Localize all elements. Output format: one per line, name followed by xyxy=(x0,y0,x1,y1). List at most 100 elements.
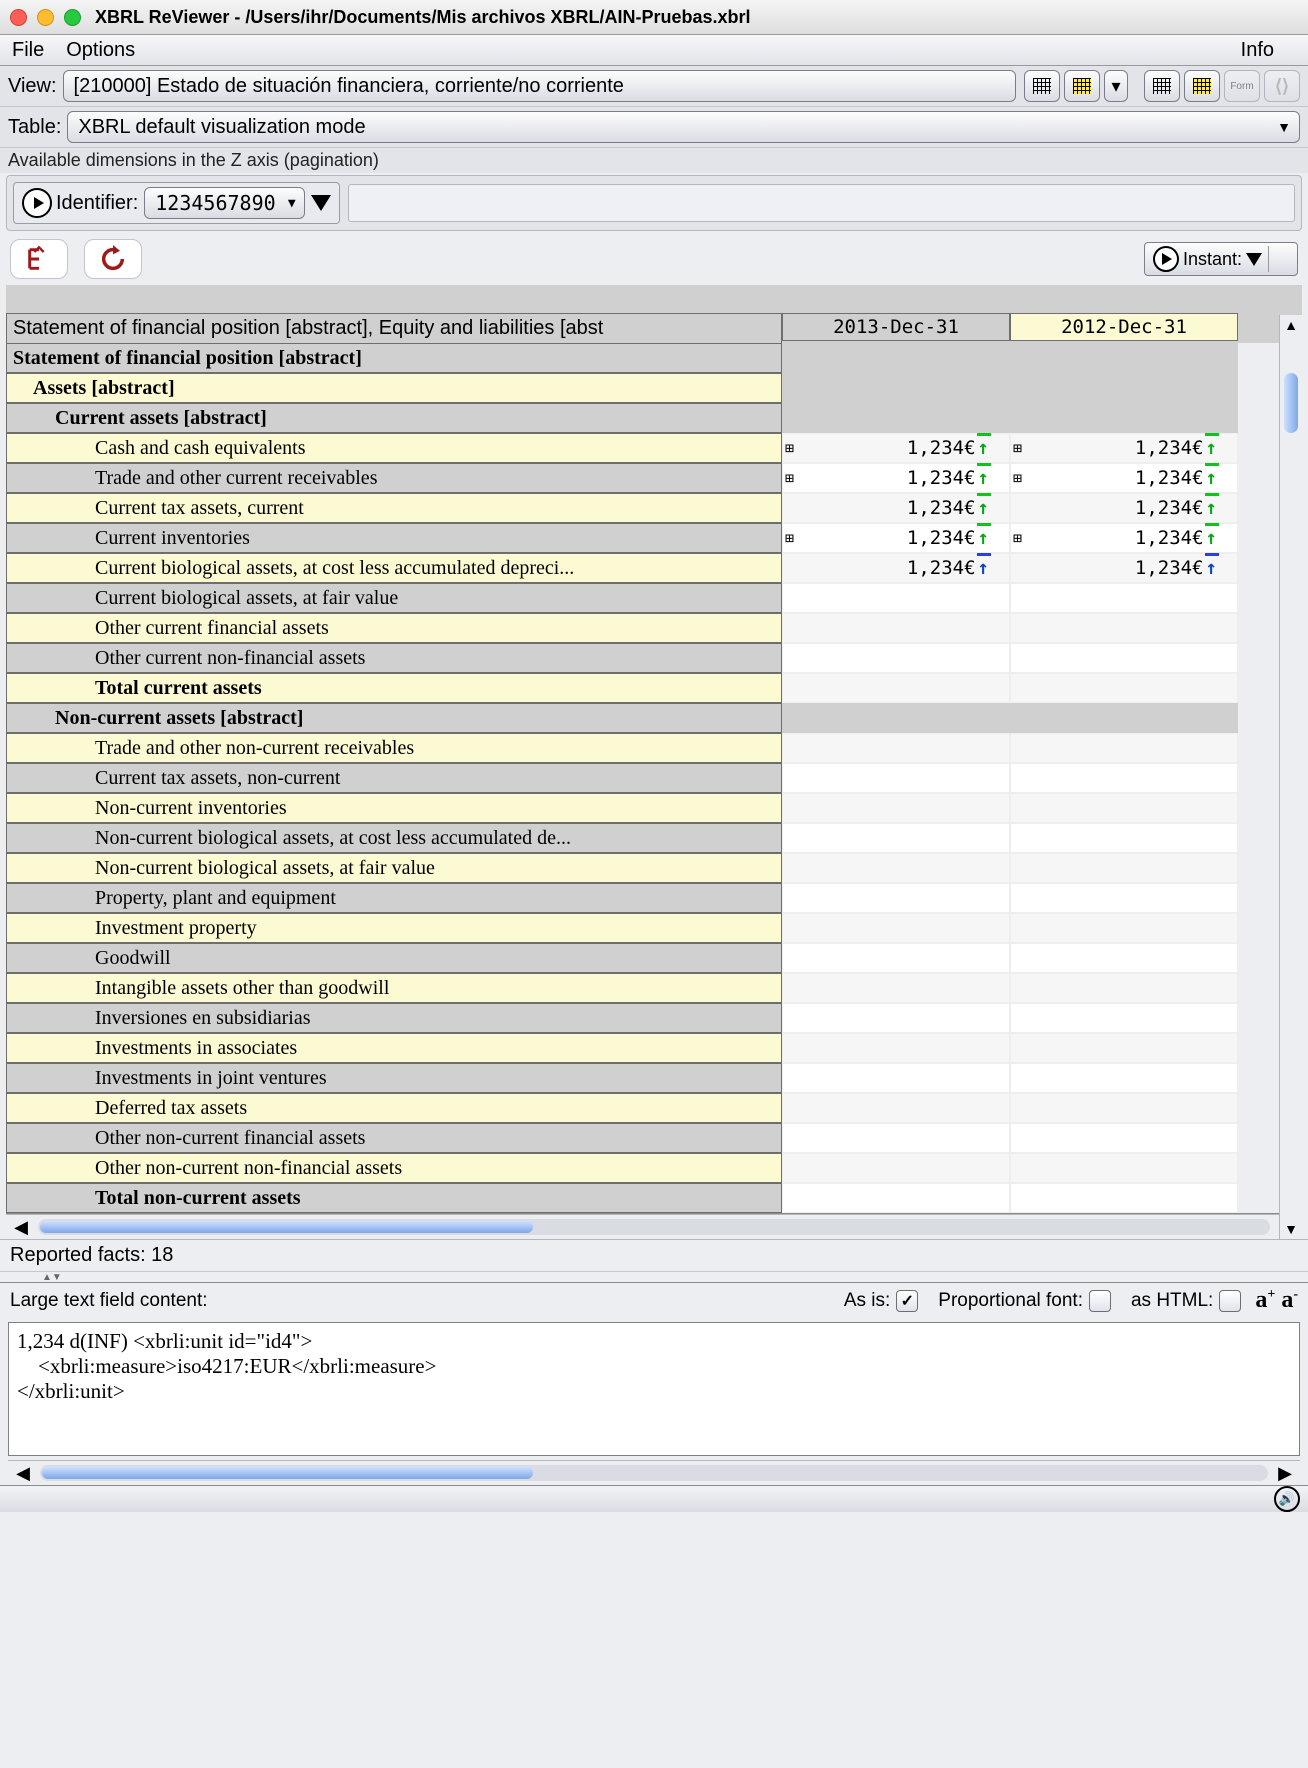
table-row[interactable]: Intangible assets other than goodwill xyxy=(6,973,1302,1003)
value-cell[interactable] xyxy=(1010,343,1238,373)
table-row[interactable]: Non-current assets [abstract] xyxy=(6,703,1302,733)
table-row[interactable]: Other non-current financial assets xyxy=(6,1123,1302,1153)
scroll-thumb[interactable] xyxy=(1284,373,1298,433)
table-row[interactable]: Investments in associates xyxy=(6,1033,1302,1063)
value-cell[interactable] xyxy=(782,703,1010,733)
table-row[interactable]: Goodwill xyxy=(6,943,1302,973)
font-decrease-icon[interactable]: a- xyxy=(1281,1287,1298,1314)
view-combo[interactable]: [210000] Estado de situación financiera,… xyxy=(63,70,1016,102)
value-cell[interactable] xyxy=(1010,763,1238,793)
value-cell[interactable]: 1,234€↑ xyxy=(782,553,1010,583)
table-row[interactable]: Non-current biological assets, at fair v… xyxy=(6,853,1302,883)
table-row[interactable]: Statement of financial position [abstrac… xyxy=(6,343,1302,373)
table-row[interactable]: Property, plant and equipment xyxy=(6,883,1302,913)
value-cell[interactable] xyxy=(1010,1063,1238,1093)
table-row[interactable]: Current tax assets, non-current xyxy=(6,763,1302,793)
value-cell[interactable] xyxy=(782,853,1010,883)
table-row[interactable]: Trade and other current receivables⊞1,23… xyxy=(6,463,1302,493)
grid-plain-button[interactable] xyxy=(1024,70,1060,102)
table-row[interactable]: Assets [abstract] xyxy=(6,373,1302,403)
value-cell[interactable] xyxy=(782,1093,1010,1123)
value-cell[interactable] xyxy=(1010,373,1238,403)
value-cell[interactable] xyxy=(1010,793,1238,823)
text-horizontal-scrollbar[interactable]: ◀ ▶ xyxy=(8,1460,1300,1485)
value-cell[interactable] xyxy=(1010,853,1238,883)
filter-triangle-icon[interactable] xyxy=(311,195,331,211)
value-cell[interactable] xyxy=(1010,1153,1238,1183)
value-cell[interactable] xyxy=(782,373,1010,403)
table-row[interactable]: Other current non-financial assets xyxy=(6,643,1302,673)
value-cell[interactable] xyxy=(782,673,1010,703)
value-cell[interactable] xyxy=(1010,1123,1238,1153)
value-cell[interactable] xyxy=(782,1183,1010,1213)
value-cell[interactable] xyxy=(782,883,1010,913)
value-cell[interactable] xyxy=(782,943,1010,973)
table-combo[interactable]: XBRL default visualization mode ▼ xyxy=(67,111,1300,143)
value-cell[interactable]: 1,234€↑ xyxy=(782,493,1010,523)
scroll-down-icon[interactable]: ▼ xyxy=(1280,1221,1302,1237)
instant-box[interactable]: Instant: xyxy=(1144,242,1298,276)
refresh-button[interactable] xyxy=(84,239,142,279)
value-cell[interactable] xyxy=(782,1123,1010,1153)
value-cell[interactable] xyxy=(782,733,1010,763)
value-cell[interactable] xyxy=(1010,403,1238,433)
grid-highlight-button[interactable] xyxy=(1064,70,1100,102)
table-row[interactable]: Total non-current assets xyxy=(6,1183,1302,1213)
table-row[interactable]: Deferred tax assets xyxy=(6,1093,1302,1123)
value-cell[interactable] xyxy=(1010,943,1238,973)
play-icon[interactable] xyxy=(22,188,52,218)
table-row[interactable]: Current tax assets, current1,234€↑1,234€… xyxy=(6,493,1302,523)
table-row[interactable]: Current biological assets, at cost less … xyxy=(6,553,1302,583)
vertical-scrollbar[interactable]: ▲ ▼ xyxy=(1279,315,1302,1239)
value-cell[interactable] xyxy=(1010,973,1238,1003)
grid-alt2-button[interactable] xyxy=(1184,70,1220,102)
scroll-thumb[interactable] xyxy=(40,1221,533,1233)
grid-alt1-button[interactable] xyxy=(1144,70,1180,102)
speaker-icon[interactable]: 🔊 xyxy=(1274,1486,1300,1512)
value-cell[interactable] xyxy=(782,613,1010,643)
table-row[interactable]: Current assets [abstract] xyxy=(6,403,1302,433)
font-increase-icon[interactable]: a+ xyxy=(1255,1287,1275,1314)
table-row[interactable]: Other current financial assets xyxy=(6,613,1302,643)
table-row[interactable]: Total current assets xyxy=(6,673,1302,703)
value-cell[interactable] xyxy=(782,1033,1010,1063)
value-cell[interactable] xyxy=(1010,1183,1238,1213)
value-cell[interactable] xyxy=(782,763,1010,793)
table-row[interactable]: Trade and other non-current receivables xyxy=(6,733,1302,763)
scroll-right-icon[interactable]: ▶ xyxy=(1276,1463,1294,1484)
value-cell[interactable]: ⊞1,234€↑ xyxy=(1010,523,1238,553)
table-row[interactable]: Investment property xyxy=(6,913,1302,943)
zoom-window-icon[interactable] xyxy=(64,9,81,26)
value-cell[interactable]: 1,234€↑ xyxy=(1010,553,1238,583)
table-row[interactable]: Non-current biological assets, at cost l… xyxy=(6,823,1302,853)
value-cell[interactable]: ⊞1,234€↑ xyxy=(782,523,1010,553)
value-cell[interactable] xyxy=(1010,1093,1238,1123)
value-cell[interactable] xyxy=(1010,1003,1238,1033)
table-row[interactable]: Other non-current non-financial assets xyxy=(6,1153,1302,1183)
value-cell[interactable]: ⊞1,234€↑ xyxy=(1010,463,1238,493)
table-row[interactable]: Non-current inventories xyxy=(6,793,1302,823)
value-cell[interactable]: ⊞1,234€↑ xyxy=(782,463,1010,493)
value-cell[interactable] xyxy=(782,1003,1010,1033)
menu-file[interactable]: File xyxy=(12,39,44,62)
value-cell[interactable] xyxy=(782,823,1010,853)
value-cell[interactable] xyxy=(782,1153,1010,1183)
scroll-thumb[interactable] xyxy=(42,1467,533,1479)
value-cell[interactable] xyxy=(1010,643,1238,673)
value-cell[interactable] xyxy=(1010,913,1238,943)
value-cell[interactable] xyxy=(1010,823,1238,853)
value-cell[interactable] xyxy=(1010,673,1238,703)
table-row[interactable]: Inversiones en subsidiarias xyxy=(6,1003,1302,1033)
scroll-left-icon[interactable]: ◀ xyxy=(12,1217,30,1238)
value-cell[interactable] xyxy=(782,343,1010,373)
table-row[interactable]: Investments in joint ventures xyxy=(6,1063,1302,1093)
table-row[interactable]: Current biological assets, at fair value xyxy=(6,583,1302,613)
expand-tree-button[interactable] xyxy=(10,239,68,279)
menu-options[interactable]: Options xyxy=(66,39,135,62)
value-cell[interactable] xyxy=(1010,613,1238,643)
col-header-0[interactable]: 2013-Dec-31 xyxy=(782,313,1010,341)
ashtml-checkbox[interactable] xyxy=(1219,1290,1241,1312)
menu-info[interactable]: Info xyxy=(1241,39,1274,62)
close-window-icon[interactable] xyxy=(10,9,27,26)
value-cell[interactable] xyxy=(1010,583,1238,613)
